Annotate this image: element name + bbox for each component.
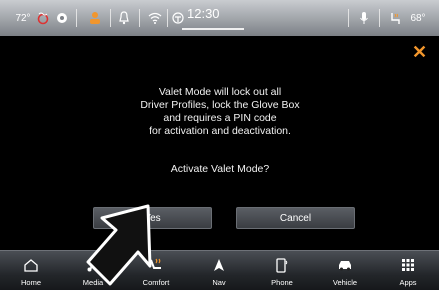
nav-label-apps: Apps <box>399 278 417 287</box>
nav-home[interactable]: Home <box>0 250 62 290</box>
nav-label-home: Home <box>20 278 41 287</box>
nav-label-phone: Phone <box>271 278 293 287</box>
driver-assist-icon[interactable] <box>170 0 186 36</box>
nav-label-nav: Nav <box>212 278 226 287</box>
status-separator <box>379 9 380 27</box>
valet-mode-message: Valet Mode will lock out all Driver Prof… <box>110 86 330 138</box>
nav-label-vehicle: Vehicle <box>332 278 358 287</box>
heated-seat-right-icon[interactable] <box>387 0 403 36</box>
home-icon <box>0 256 62 274</box>
nav-apps[interactable]: Apps <box>377 250 439 290</box>
status-separator <box>167 9 168 27</box>
valet-mode-screen: 72° 12:30 68° ✕ Valet Mode will lock out… <box>0 0 439 290</box>
nav-vehicle[interactable]: Vehicle <box>314 250 376 290</box>
nav-phone[interactable]: Phone <box>251 250 313 290</box>
heated-seat-icon[interactable] <box>54 0 70 36</box>
driver-profile-icon[interactable] <box>86 0 104 36</box>
status-separator <box>110 9 111 27</box>
touch-pointer-arrow-icon <box>86 204 152 286</box>
clock-underline <box>182 28 244 30</box>
car-icon <box>314 256 376 274</box>
notification-bell-icon[interactable] <box>116 0 132 36</box>
wifi-icon[interactable] <box>146 0 164 36</box>
message-line: Valet Mode will lock out all <box>158 86 282 98</box>
temperature-right[interactable]: 68° <box>405 0 431 36</box>
cancel-button[interactable]: Cancel <box>236 207 355 229</box>
clock: 12:30 <box>187 6 220 21</box>
temperature-left[interactable]: 72° <box>12 0 34 36</box>
nav-nav[interactable]: Nav <box>188 250 250 290</box>
message-line: and requires a PIN code <box>163 112 277 124</box>
message-line: for activation and deactivation. <box>149 125 291 137</box>
heated-steering-icon[interactable] <box>34 0 52 36</box>
navigation-arrow-icon <box>188 256 250 274</box>
phone-icon <box>251 256 313 274</box>
apps-grid-icon <box>377 256 439 274</box>
status-separator <box>348 9 349 27</box>
status-separator <box>76 9 77 27</box>
message-line: Driver Profiles, lock the Glove Box <box>140 99 300 111</box>
microphone-icon[interactable] <box>356 0 372 36</box>
status-separator <box>139 9 140 27</box>
activate-question: Activate Valet Mode? <box>170 163 270 175</box>
close-icon[interactable]: ✕ <box>412 43 427 61</box>
